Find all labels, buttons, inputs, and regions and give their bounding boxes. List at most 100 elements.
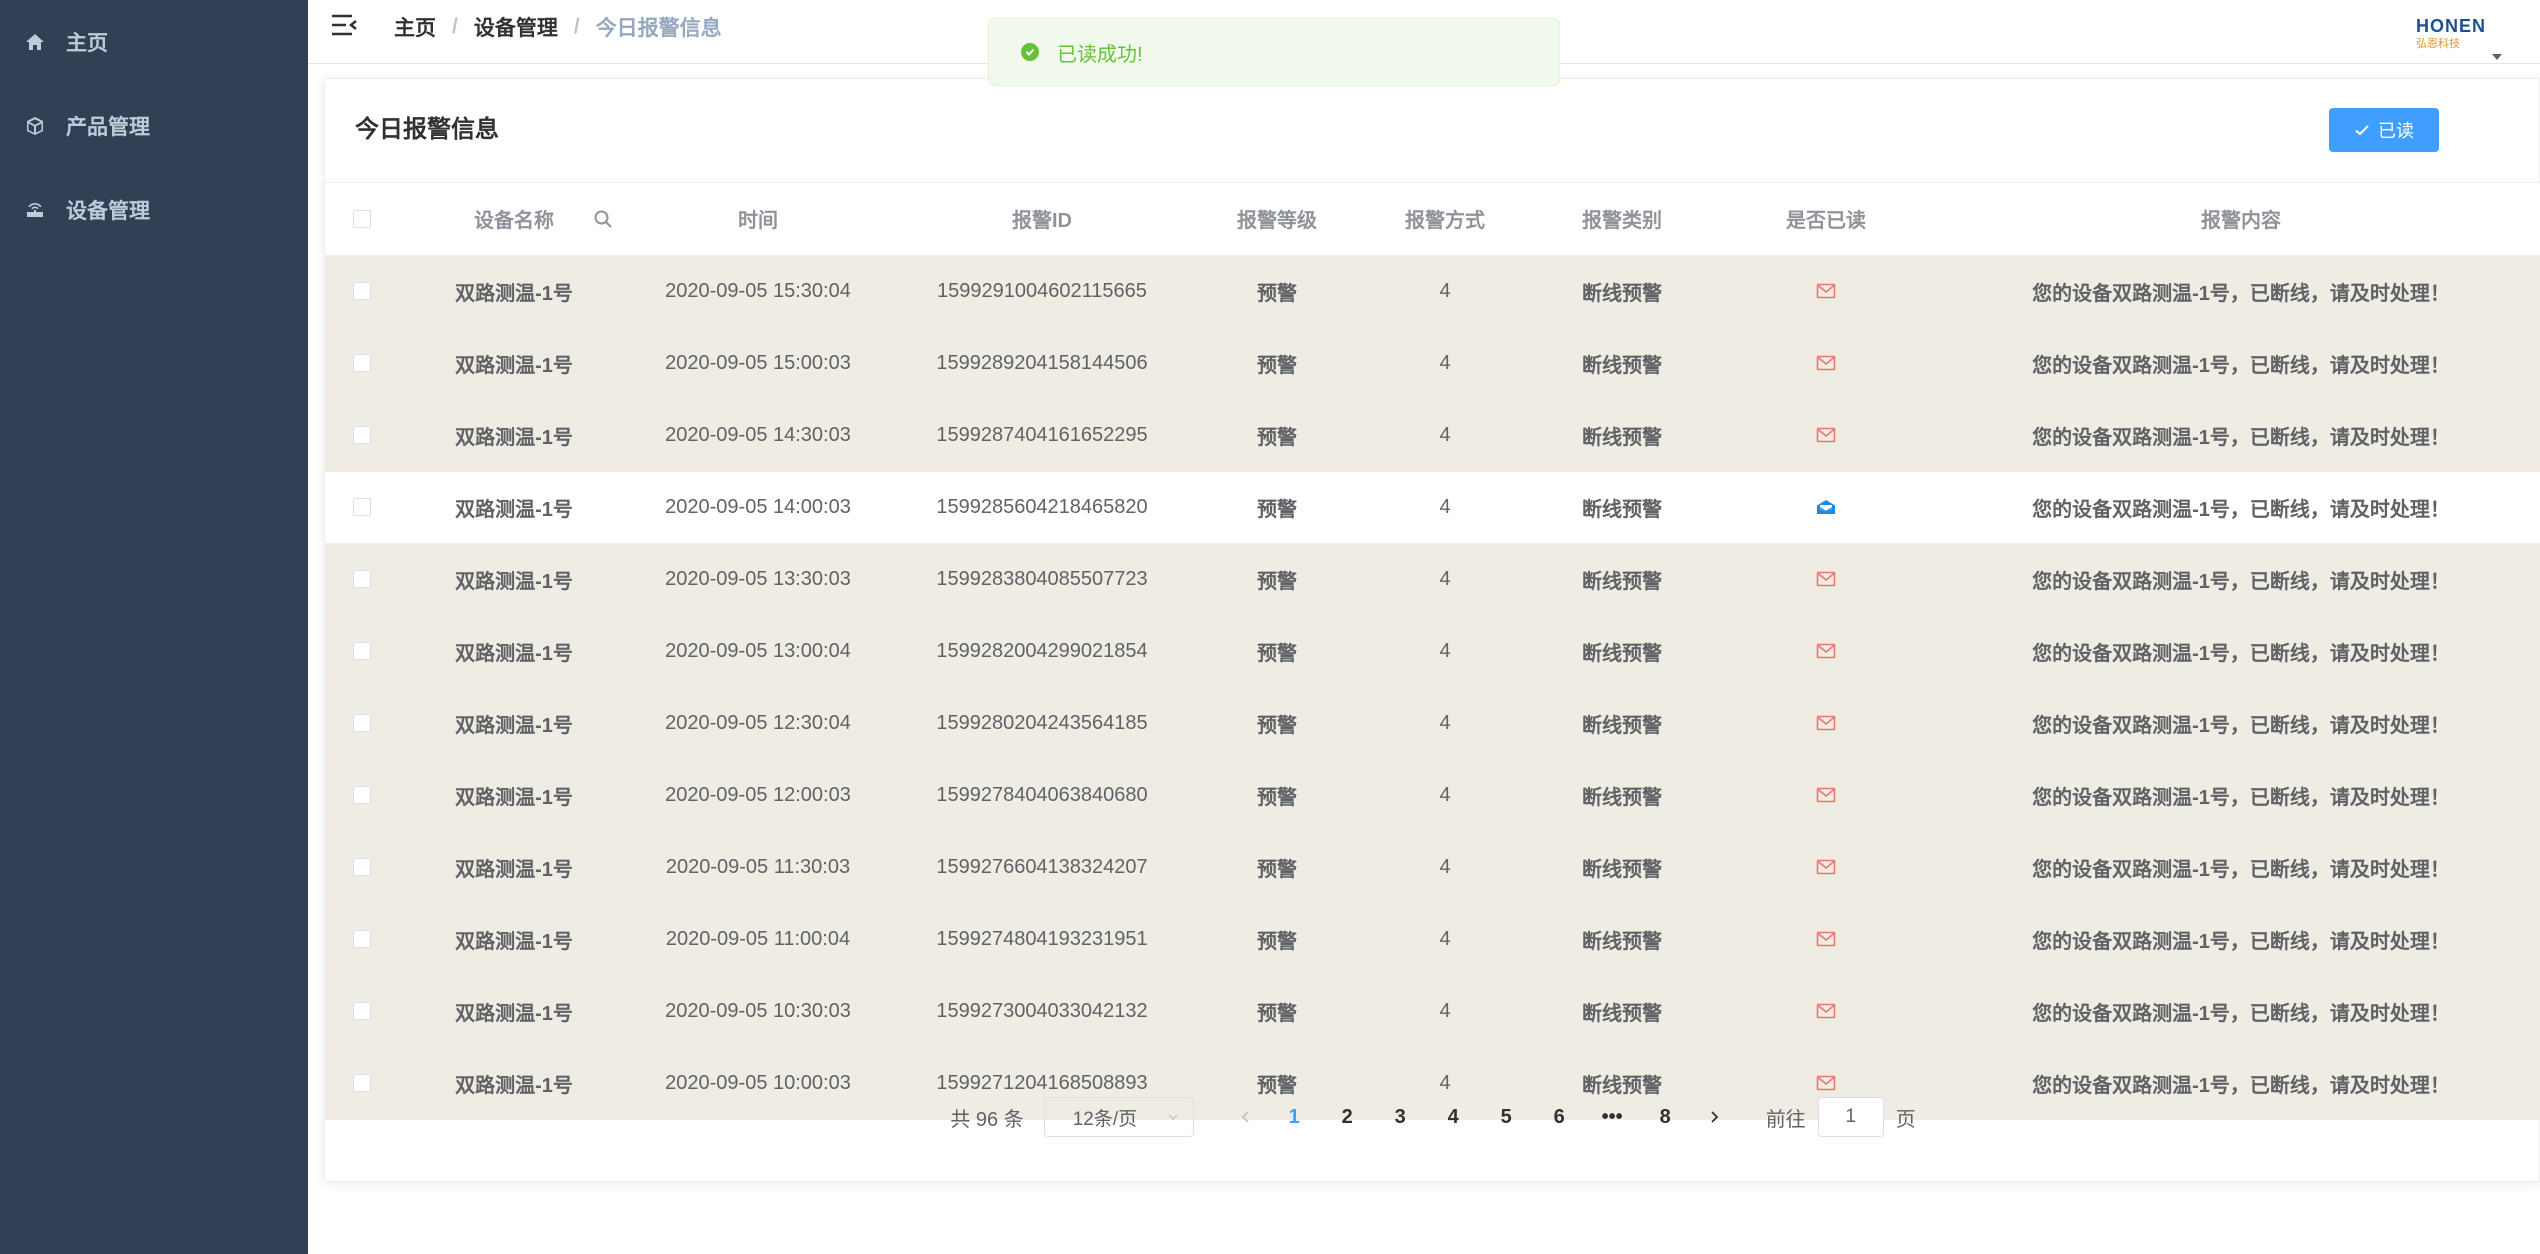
table-body: 双路测温-1号 2020-09-05 15:30:04 15992910046021…	[325, 255, 2540, 1120]
envelope-icon[interactable]	[1816, 1000, 1836, 1022]
cell-category: 断线预警	[1533, 399, 1711, 472]
row-select-cell	[325, 831, 399, 904]
page-size-value: 12条/页	[1072, 1108, 1138, 1130]
envelope-icon[interactable]	[1816, 424, 1836, 446]
page-number[interactable]: 8	[1639, 1097, 1692, 1137]
mark-read-button[interactable]: 已读	[2329, 108, 2439, 152]
page-number[interactable]: 5	[1480, 1097, 1533, 1137]
row-checkbox[interactable]	[353, 498, 371, 517]
cell-alarm-id: 1599285604218465820	[887, 471, 1197, 544]
table-row[interactable]: 双路测温-1号 2020-09-05 15:30:04 15992910046021…	[325, 255, 2540, 328]
toast-message: 已读成功!	[1057, 43, 1143, 66]
row-checkbox[interactable]	[353, 786, 371, 805]
cell-read-status	[1711, 543, 1941, 616]
sidebar-item-home[interactable]: 主页	[0, 0, 308, 84]
page-number[interactable]: 1	[1268, 1097, 1321, 1137]
breadcrumb-home[interactable]: 主页	[394, 12, 436, 42]
row-checkbox[interactable]	[353, 1002, 371, 1021]
row-checkbox[interactable]	[353, 930, 371, 949]
jump-suffix: 页	[1895, 1108, 1916, 1131]
cell-category: 断线预警	[1533, 327, 1711, 400]
row-checkbox[interactable]	[353, 642, 371, 661]
cell-read-status	[1711, 471, 1941, 544]
sidebar-item-devices[interactable]: 设备管理	[0, 168, 308, 252]
logo-subtitle: 弘恩科技	[2416, 38, 2460, 50]
row-checkbox[interactable]	[353, 570, 371, 589]
cell-alarm-id: 1599289204158144506	[887, 327, 1197, 400]
select-all-checkbox[interactable]	[353, 209, 371, 228]
open-envelope-icon[interactable]	[1816, 496, 1836, 518]
cell-device-name: 双路测温-1号	[399, 687, 629, 760]
row-checkbox[interactable]	[353, 426, 371, 445]
sidebar-item-products[interactable]: 产品管理	[0, 84, 308, 168]
table-row[interactable]: 双路测温-1号 2020-09-05 14:00:03 15992856042184…	[325, 471, 2540, 544]
cell-device-name: 双路测温-1号	[399, 615, 629, 688]
row-checkbox[interactable]	[353, 282, 371, 301]
table-row[interactable]: 双路测温-1号 2020-09-05 13:00:04 15992820042990…	[325, 615, 2540, 688]
company-logo[interactable]: HONEN 弘恩科技	[2416, 16, 2506, 60]
table-row[interactable]: 双路测温-1号 2020-09-05 13:30:03 15992838040855…	[325, 543, 2540, 616]
breadcrumb-devices[interactable]: 设备管理	[474, 12, 558, 42]
page-number[interactable]: 6	[1533, 1097, 1586, 1137]
cell-alarm-id: 1599278404063840680	[887, 759, 1197, 832]
column-header-category: 报警类别	[1533, 183, 1711, 256]
cell-category: 断线预警	[1533, 903, 1711, 976]
row-checkbox[interactable]	[353, 714, 371, 733]
prev-page-button[interactable]	[1224, 1097, 1268, 1137]
table-row[interactable]: 双路测温-1号 2020-09-05 15:00:03 15992892041581…	[325, 327, 2540, 400]
jump-page-input[interactable]	[1817, 1097, 1884, 1137]
cell-device-name: 双路测温-1号	[399, 471, 629, 544]
cell-device-name: 双路测温-1号	[399, 831, 629, 904]
more-pages-icon[interactable]: •••	[1586, 1097, 1639, 1137]
envelope-icon[interactable]	[1816, 568, 1836, 590]
envelope-icon[interactable]	[1816, 352, 1836, 374]
table-row[interactable]: 双路测温-1号 2020-09-05 11:00:04 15992748041932…	[325, 903, 2540, 976]
row-select-cell	[325, 687, 399, 760]
cell-read-status	[1711, 399, 1941, 472]
cell-content: 您的设备双路测温-1号，已断线，请及时处理！	[1941, 255, 2540, 328]
page-number[interactable]: 2	[1321, 1097, 1374, 1137]
logo-text: HONEN	[2416, 16, 2487, 36]
cell-level: 预警	[1197, 975, 1357, 1048]
jump-prefix: 前往	[1765, 1108, 1806, 1131]
table-row[interactable]: 双路测温-1号 2020-09-05 11:30:03 15992766041383…	[325, 831, 2540, 904]
row-checkbox[interactable]	[353, 354, 371, 373]
cell-level: 预警	[1197, 615, 1357, 688]
page-number[interactable]: 4	[1427, 1097, 1480, 1137]
envelope-icon[interactable]	[1816, 640, 1836, 662]
column-header-content: 报警内容	[1941, 183, 2540, 256]
breadcrumb: 主页 / 设备管理 / 今日报警信息	[394, 12, 722, 42]
table-row[interactable]: 双路测温-1号 2020-09-05 10:30:03 15992730040330…	[325, 975, 2540, 1048]
chevron-left-icon	[1241, 1111, 1249, 1123]
table-row[interactable]: 双路测温-1号 2020-09-05 14:30:03 15992874041616…	[325, 399, 2540, 472]
page-size-select[interactable]: 12条/页	[1043, 1097, 1194, 1137]
envelope-icon[interactable]	[1816, 784, 1836, 806]
cell-read-status	[1711, 327, 1941, 400]
cell-alarm-id: 1599283804085507723	[887, 543, 1197, 616]
menu-toggle-icon[interactable]	[330, 12, 358, 38]
page-number[interactable]: 3	[1374, 1097, 1427, 1137]
envelope-icon[interactable]	[1816, 928, 1836, 950]
row-select-cell	[325, 543, 399, 616]
cell-content: 您的设备双路测温-1号，已断线，请及时处理！	[1941, 759, 2540, 832]
row-select-cell	[325, 903, 399, 976]
table-row[interactable]: 双路测温-1号 2020-09-05 12:30:04 15992802042435…	[325, 687, 2540, 760]
search-icon[interactable]	[593, 209, 613, 229]
cell-level: 预警	[1197, 471, 1357, 544]
table-row[interactable]: 双路测温-1号 2020-09-05 12:00:03 15992784040638…	[325, 759, 2540, 832]
cell-category: 断线预警	[1533, 687, 1711, 760]
cell-method: 4	[1357, 975, 1533, 1048]
cell-level: 预警	[1197, 687, 1357, 760]
success-check-icon	[1021, 43, 1039, 61]
cell-level: 预警	[1197, 327, 1357, 400]
next-page-button[interactable]	[1692, 1097, 1736, 1137]
cell-content: 您的设备双路测温-1号，已断线，请及时处理！	[1941, 687, 2540, 760]
envelope-icon[interactable]	[1816, 280, 1836, 302]
envelope-icon[interactable]	[1816, 712, 1836, 734]
row-checkbox[interactable]	[353, 858, 371, 877]
cell-alarm-id: 1599291004602115665	[887, 255, 1197, 328]
caret-down-icon	[2492, 54, 2502, 60]
row-select-cell	[325, 327, 399, 400]
envelope-icon[interactable]	[1816, 856, 1836, 878]
cell-method: 4	[1357, 255, 1533, 328]
